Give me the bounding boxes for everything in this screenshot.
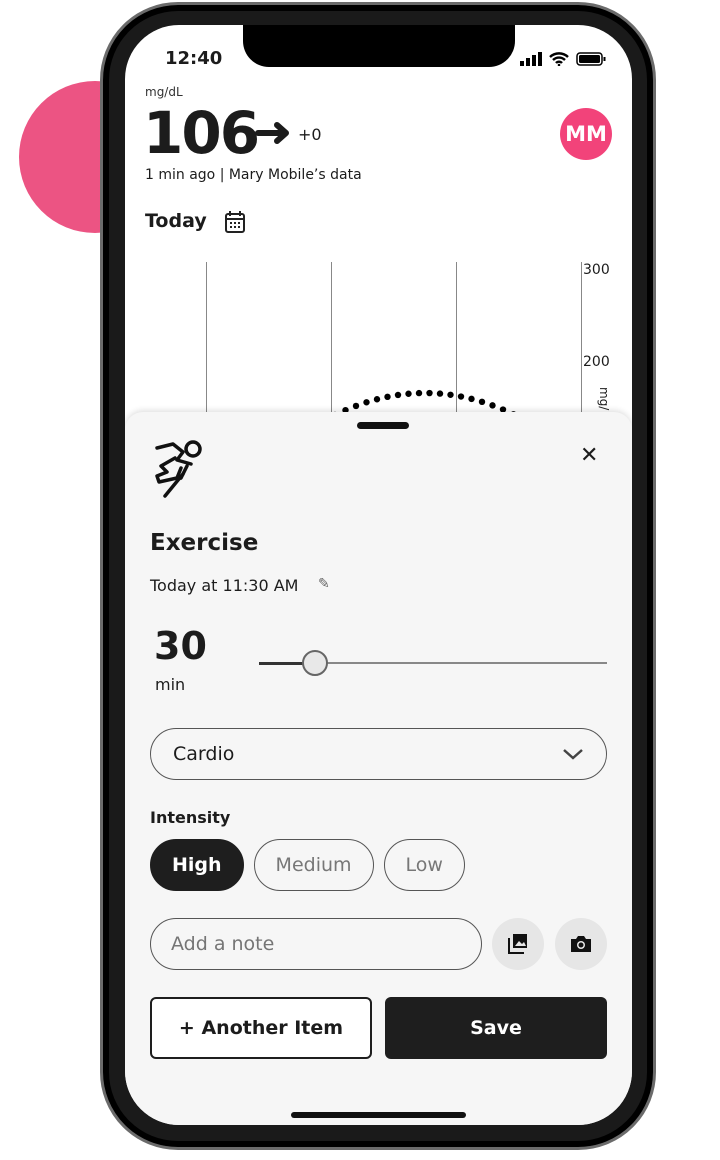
- trace-dot: [426, 389, 433, 397]
- intensity-high[interactable]: High: [150, 839, 244, 891]
- signal-icon: [520, 52, 542, 66]
- trace-dot: [478, 398, 486, 406]
- trace-dot: [405, 390, 412, 397]
- gallery-icon: [508, 934, 527, 954]
- duration-slider[interactable]: [259, 650, 607, 676]
- glucose-updated: 1 min ago | Mary Mobile’s data: [145, 167, 362, 183]
- wifi-icon: [549, 52, 569, 66]
- add-photo-button[interactable]: [492, 918, 544, 970]
- close-button[interactable]: ✕: [580, 443, 598, 468]
- trace-dot: [436, 390, 444, 397]
- duration-value: 30: [154, 624, 207, 668]
- screen: 12:40 mg/dL 106 +0 1 min ago | Mary Mobi…: [125, 25, 632, 1125]
- intensity-low[interactable]: Low: [383, 839, 465, 891]
- trace-dot: [489, 402, 496, 409]
- slider-thumb[interactable]: [301, 650, 328, 676]
- avatar[interactable]: MM: [560, 108, 612, 160]
- intensity-options: High Medium Low: [150, 839, 465, 891]
- trace-dot: [457, 393, 465, 400]
- glucose-unit: mg/dL: [145, 85, 183, 99]
- trace-dot: [447, 391, 454, 398]
- y-tick-300: 300: [583, 262, 610, 278]
- glucose-value: 106: [143, 99, 260, 167]
- sheet-grab-handle[interactable]: [357, 422, 409, 429]
- duration-unit: min: [155, 675, 186, 694]
- note-input[interactable]: [150, 918, 482, 970]
- calendar-icon[interactable]: [224, 210, 246, 234]
- camera-button[interactable]: [555, 918, 607, 970]
- running-person-icon: [155, 440, 202, 498]
- trace-dot: [468, 395, 475, 403]
- save-button[interactable]: Save: [385, 997, 607, 1059]
- chart-period-label: Today: [145, 210, 207, 232]
- edit-pencil-icon[interactable]: ✎: [318, 576, 330, 592]
- entry-datetime[interactable]: Today at 11:30 AM: [150, 576, 298, 595]
- chevron-down-icon: [563, 749, 583, 760]
- another-item-button[interactable]: + Another Item: [150, 997, 372, 1059]
- exercise-type-value: Cardio: [173, 743, 235, 765]
- exercise-sheet: ✕ Exercise Today at 11:30 AM ✎ 30 min Ca…: [125, 412, 632, 1125]
- y-tick-200: 200: [583, 354, 610, 370]
- status-icons: [520, 52, 606, 66]
- camera-icon: [571, 936, 591, 952]
- glucose-delta: +0: [298, 125, 322, 144]
- chart-gridline: [206, 262, 207, 422]
- battery-icon: [576, 52, 606, 66]
- home-indicator: [291, 1112, 466, 1118]
- status-time: 12:40: [165, 48, 223, 69]
- steady-arrow-icon: [255, 122, 289, 144]
- glucose-trace: [331, 389, 517, 415]
- trace-dot: [415, 389, 423, 397]
- intensity-label: Intensity: [150, 808, 231, 827]
- trace-dot: [363, 399, 370, 406]
- y-axis-unit: mg/: [597, 387, 611, 411]
- intensity-medium[interactable]: Medium: [253, 839, 374, 891]
- trace-dot: [384, 393, 391, 401]
- chart-axis: [581, 262, 582, 422]
- trace-dot: [352, 402, 360, 410]
- trace-dot: [373, 396, 381, 403]
- sheet-title: Exercise: [150, 530, 259, 556]
- trace-dot: [394, 391, 402, 399]
- notch: [243, 25, 515, 67]
- exercise-type-select[interactable]: Cardio: [150, 728, 607, 780]
